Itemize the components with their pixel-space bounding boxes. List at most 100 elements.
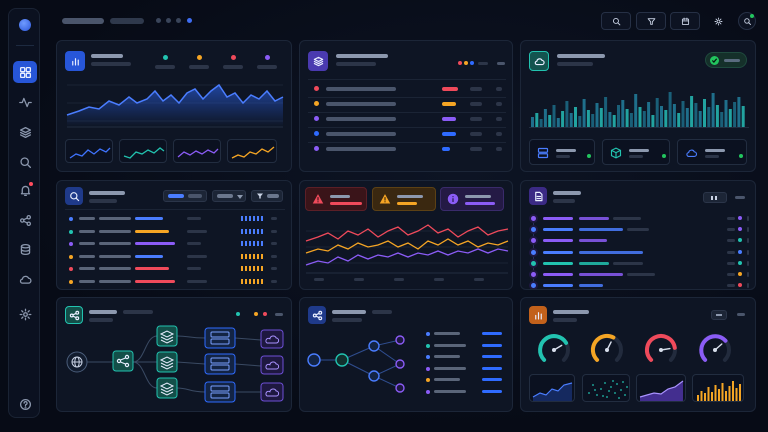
mini-area-chart[interactable] [636,374,686,402]
search-button[interactable] [601,12,631,30]
pager-dot[interactable] [176,18,181,23]
server-node[interactable] [204,381,236,403]
share-nodes-icon [19,214,31,226]
filter-button[interactable] [636,12,666,30]
card-subtitle [89,199,117,203]
series-line-red [305,224,509,242]
histogram-bar [617,105,620,127]
breadcrumb-primary[interactable] [62,18,104,24]
pause-button[interactable] [703,192,727,203]
layers-icon [19,126,31,138]
card-title [336,54,388,58]
mini-scatter-chart[interactable] [582,374,630,402]
card-subtitle [553,199,575,203]
sidebar-item-notifications[interactable] [13,179,37,201]
histogram-bar [677,113,681,127]
sidebar-item-database[interactable] [13,238,37,260]
histogram-bar [539,119,543,127]
multi-line-chart [305,224,509,281]
layer-node[interactable] [156,351,178,373]
search-icon [69,191,79,201]
topology-diagram [66,325,284,403]
histogram-bar [531,117,534,127]
sun-icon [714,17,722,25]
dropdown-button[interactable] [212,190,246,202]
histogram-bar [629,113,633,127]
online-indicator [750,14,754,18]
sidebar-item-grid[interactable] [13,61,37,83]
cloud-icon [686,149,698,157]
cloud-node[interactable] [260,355,284,375]
histogram-bar [685,108,689,127]
server-node[interactable] [204,353,236,375]
histogram-bar [681,101,685,127]
breadcrumb-secondary[interactable] [110,18,144,24]
gauge-fill [699,334,728,362]
layer-node[interactable] [156,377,178,399]
histogram-bar [552,105,556,127]
server-node[interactable] [204,327,236,349]
card-graph-network [299,297,513,412]
sidebar-divider [16,45,34,46]
sidebar-item-cloud[interactable] [13,268,37,290]
status-dot [464,61,468,65]
cloud-node[interactable] [260,329,284,349]
histogram-bar [707,107,711,127]
tile-cloud[interactable] [677,139,747,165]
sidebar [8,8,40,418]
sidebar-item-search[interactable] [13,151,37,173]
calendar-button[interactable] [670,12,700,30]
mini-chart-purple[interactable] [173,139,221,163]
grid-icon [19,66,31,78]
mini-chart-teal[interactable] [119,139,167,163]
pager-dot[interactable] [156,18,161,23]
mini-chart-blue[interactable] [65,139,113,163]
database-icon [20,243,30,255]
hub-node[interactable] [112,350,134,372]
help-icon [19,398,31,410]
theme-toggle[interactable] [709,12,727,30]
mini-line-chart[interactable] [529,374,575,402]
pager-dot-active[interactable] [187,18,192,23]
sidebar-item-activity[interactable] [13,91,37,113]
pager-dot[interactable] [166,18,171,23]
graph-node[interactable] [368,340,380,352]
histogram-bar [703,99,706,127]
histogram-bar [690,96,694,127]
histogram-bar [672,104,676,127]
sidebar-item-layers[interactable] [13,121,37,143]
histogram-bar [556,118,560,127]
sidebar-item-settings[interactable] [13,303,37,325]
status-dot [470,61,474,65]
histogram-bar [569,113,573,127]
more-menu-button[interactable] [735,196,745,199]
mini-chart-orange[interactable] [227,139,277,163]
graph-node[interactable] [395,359,405,369]
user-profile-button[interactable] [738,12,756,30]
graph-node[interactable] [307,353,321,367]
cloud-node[interactable] [260,382,284,402]
filter-button[interactable] [251,190,283,202]
layer-node[interactable] [156,325,178,347]
segment-button[interactable] [163,190,207,202]
graph-node[interactable] [335,353,349,367]
tile-server[interactable] [529,139,595,165]
graph-node[interactable] [368,370,380,382]
tile-cube[interactable] [602,139,670,165]
card-gauges [520,297,756,412]
card-alerts-chart [299,180,513,290]
histogram-bar [694,103,698,127]
sidebar-item-help[interactable] [13,393,37,415]
gear-icon [19,308,31,320]
card-analytics [56,40,292,172]
calendar-icon [681,17,689,25]
more-menu-button[interactable] [497,62,505,65]
graph-node[interactable] [395,383,405,393]
sidebar-item-share[interactable] [13,209,37,231]
mini-bar-chart[interactable] [692,374,744,402]
card-network-topology [56,297,292,412]
histogram-bar [543,109,547,127]
histogram-bar [728,109,732,127]
graph-node[interactable] [395,335,405,345]
histogram-bar [660,106,663,127]
